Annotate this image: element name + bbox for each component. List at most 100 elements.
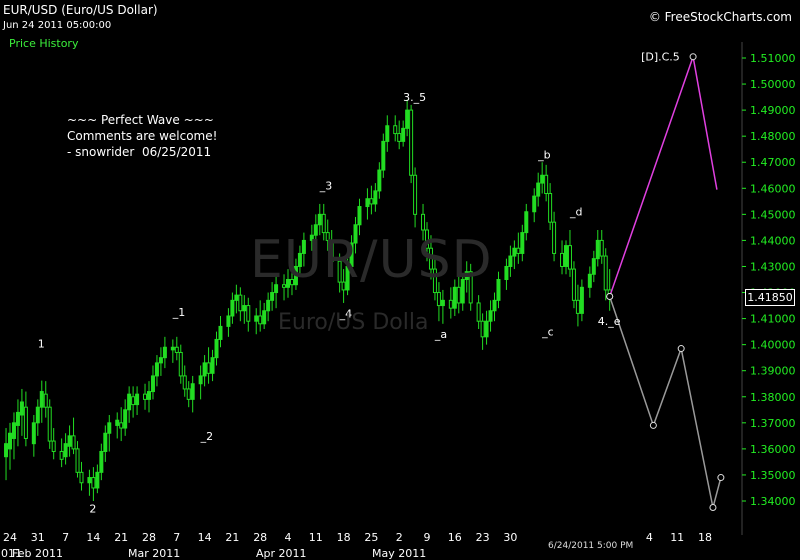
candle-body xyxy=(99,450,104,473)
candle-body xyxy=(143,393,148,400)
candle-body xyxy=(246,305,251,322)
candle-body xyxy=(591,258,596,275)
bearish-projection-line xyxy=(608,296,722,508)
candle-body xyxy=(186,388,191,400)
candle-body xyxy=(79,471,84,484)
wave-label: _3 xyxy=(319,180,333,193)
candle-body xyxy=(238,294,243,312)
candle-body xyxy=(587,273,592,288)
candle-body xyxy=(226,315,231,327)
candle-body xyxy=(178,351,183,377)
candle-body xyxy=(385,125,390,142)
candle-body xyxy=(154,362,159,377)
chart-datetime: Jun 24 2011 05:00:00 xyxy=(3,20,112,31)
candle-body xyxy=(552,221,557,254)
last-price-tag: 1.41850 xyxy=(745,289,795,306)
candle-body xyxy=(381,140,386,171)
candle-body xyxy=(242,305,247,312)
candle-body xyxy=(317,213,322,226)
wave-label: _1 xyxy=(172,306,186,319)
candle-body xyxy=(448,299,453,309)
projection-point xyxy=(649,421,657,429)
candle-body xyxy=(75,448,80,473)
candle-body xyxy=(262,310,267,325)
y-tick-label: 1.49000 xyxy=(750,104,796,117)
candle-body xyxy=(357,206,362,226)
x-tick-label: 28 xyxy=(142,531,156,544)
candle-body xyxy=(71,435,76,450)
watermark-name: Euro/US Dolla xyxy=(278,310,429,335)
candle-body xyxy=(230,299,235,317)
candle-body xyxy=(150,375,155,393)
candle-body xyxy=(405,109,410,129)
x-tick-label: 11 xyxy=(670,531,684,544)
y-tick-label: 1.34000 xyxy=(750,495,796,508)
wave-label: 4._e xyxy=(598,315,621,328)
y-tick-label: 1.45000 xyxy=(750,208,796,221)
candle-body xyxy=(51,440,56,452)
candle-body xyxy=(158,357,163,364)
annotation-line: - snowrider 06/25/2011 xyxy=(67,145,212,159)
y-tick-label: 1.35000 xyxy=(750,469,796,482)
candle-body xyxy=(452,286,457,309)
candle-body xyxy=(206,362,211,374)
candle-body xyxy=(63,443,68,458)
candle-body xyxy=(91,477,96,489)
candle-body xyxy=(103,432,108,452)
wave-label: _b xyxy=(537,148,551,161)
y-tick-label: 1.41000 xyxy=(750,313,796,326)
brand-label: © FreeStockCharts.com xyxy=(648,10,792,24)
wave-label: _a xyxy=(434,328,447,341)
x-tick-label: 14 xyxy=(198,531,212,544)
chart-title: EUR/USD (Euro/US Dollar) xyxy=(3,3,158,17)
candle-body xyxy=(401,127,406,142)
candle-body xyxy=(393,125,398,135)
candle-body xyxy=(599,239,604,257)
x-tick-label: 28 xyxy=(253,531,267,544)
candle-body xyxy=(202,362,207,377)
candle-body xyxy=(409,109,414,176)
candle-body xyxy=(536,182,541,197)
y-tick-label: 1.38000 xyxy=(750,391,796,404)
candle-body xyxy=(440,299,445,307)
candle-body xyxy=(595,239,600,260)
candle-body xyxy=(603,255,608,291)
candle-body xyxy=(564,245,568,267)
candle-body xyxy=(579,286,584,314)
candle-body xyxy=(369,198,374,205)
candle-body xyxy=(119,422,124,429)
candle-body xyxy=(544,174,549,195)
projection-label: [D].C.5 xyxy=(641,51,680,64)
panel-label[interactable]: Price History xyxy=(9,37,78,50)
candle-body xyxy=(254,315,259,322)
candle-body xyxy=(115,419,120,426)
x-tick-label: 31 xyxy=(31,531,45,544)
candle-body xyxy=(575,299,580,314)
candle-body xyxy=(373,190,378,205)
candle-body xyxy=(43,393,48,408)
candle-body xyxy=(107,422,112,434)
candle-body xyxy=(47,406,52,442)
wave-label: 3._5 xyxy=(403,91,426,104)
x-tick-label: 18 xyxy=(698,531,712,544)
candle-body xyxy=(436,292,441,307)
x-tick-label: 4 xyxy=(646,531,653,544)
candle-body xyxy=(516,247,521,254)
y-tick-label: 1.44000 xyxy=(750,234,796,247)
projection-point xyxy=(717,474,725,482)
candle-body xyxy=(127,393,132,411)
candle-body xyxy=(508,255,513,267)
x-tick-label: 25 xyxy=(364,531,378,544)
y-tick-label: 1.40000 xyxy=(750,339,796,352)
y-tick-label: 1.46000 xyxy=(750,182,796,195)
candle-body xyxy=(210,357,215,374)
candle-body xyxy=(131,396,136,406)
annotation-line: Comments are welcome! xyxy=(67,129,218,143)
wave-label: 2 xyxy=(89,503,96,516)
candle-body xyxy=(476,302,481,322)
candle-body xyxy=(170,346,175,351)
candle-body xyxy=(147,391,151,400)
x-tick-label: 18 xyxy=(337,531,351,544)
x-tick-label: 4 xyxy=(285,531,292,544)
candle-body xyxy=(512,247,517,257)
